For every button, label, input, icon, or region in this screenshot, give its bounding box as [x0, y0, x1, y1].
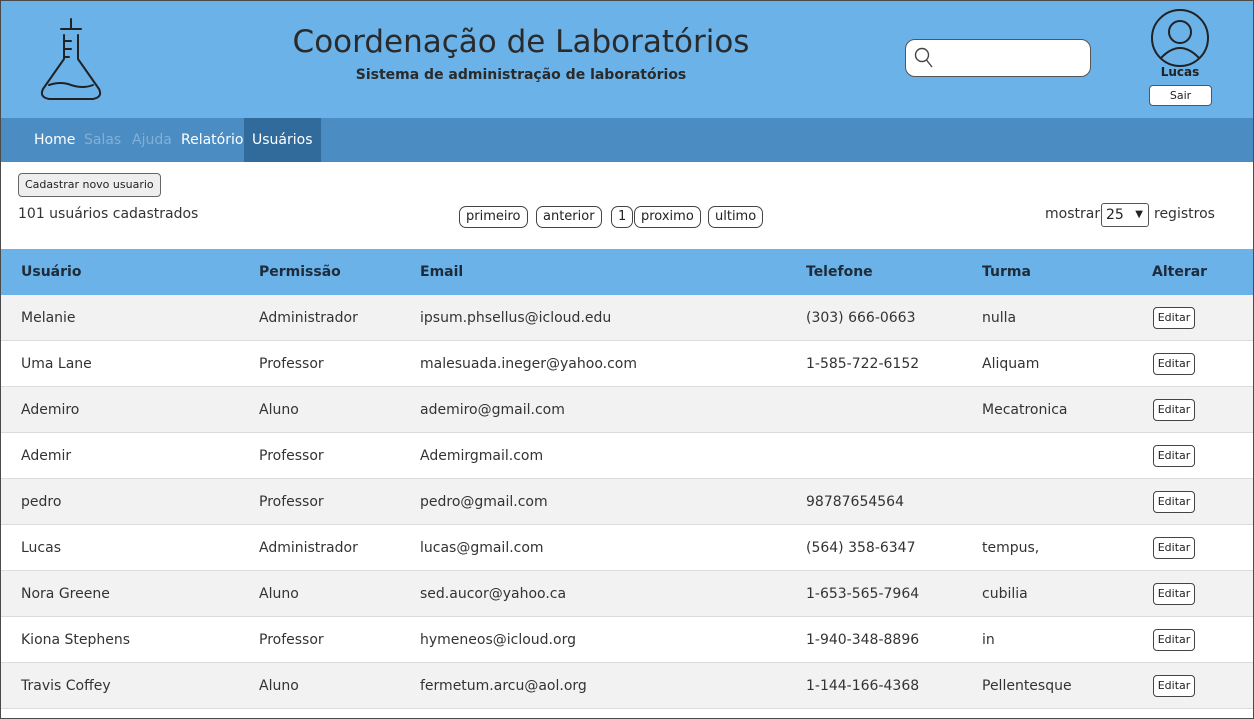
cell-email: ipsum.phsellus@icloud.edu [420, 310, 612, 326]
cell-usuario: Ademir [21, 448, 72, 464]
table-header: Usuário Permissão Email Telefone Turma A… [1, 249, 1253, 295]
cell-turma: nulla [982, 310, 1017, 326]
cell-permissao: Aluno [259, 678, 299, 694]
pager-page-button[interactable]: 1 [611, 206, 634, 228]
table-row: Ademiro Aluno ademiro@gmail.com Mecatron… [1, 387, 1253, 433]
column-header-alterar: Alterar [1152, 264, 1208, 280]
nav-bar: Home Salas Ajuda Relatório Usuários [1, 118, 1253, 162]
pager-first-button[interactable]: primeiro [459, 206, 528, 228]
show-suffix: registros [1154, 206, 1215, 222]
pager-prev-button[interactable]: anterior [536, 206, 602, 228]
nav-item-home[interactable]: Home [34, 118, 75, 162]
edit-button[interactable]: Editar [1153, 399, 1195, 421]
chevron-down-icon: ▼ [1135, 209, 1143, 220]
users-table: Usuário Permissão Email Telefone Turma A… [1, 249, 1253, 709]
cell-turma: in [982, 632, 995, 648]
cell-email: Ademirgmail.com [420, 448, 544, 464]
logout-button[interactable]: Sair [1149, 85, 1212, 106]
cell-usuario: pedro [21, 494, 62, 510]
column-header-permissao: Permissão [259, 264, 341, 280]
nav-item-relatorio[interactable]: Relatório [181, 118, 243, 162]
edit-button[interactable]: Editar [1153, 307, 1195, 329]
page-subtitle: Sistema de administração de laboratórios [355, 67, 687, 83]
cell-email: fermetum.arcu@aol.org [420, 678, 587, 694]
edit-button[interactable]: Editar [1153, 629, 1195, 651]
table-row: Melanie Administrador ipsum.phsellus@icl… [1, 295, 1253, 341]
cell-permissao: Professor [259, 632, 324, 648]
edit-button[interactable]: Editar [1153, 353, 1195, 375]
page-size-value: 25 [1106, 207, 1124, 223]
cell-email: sed.aucor@yahoo.ca [420, 586, 567, 602]
cell-usuario: Travis Coffey [21, 678, 111, 694]
table-row: Travis Coffey Aluno fermetum.arcu@aol.or… [1, 663, 1253, 709]
pager-next-button[interactable]: proximo [634, 206, 701, 228]
search-box[interactable] [905, 39, 1091, 77]
page-size-select[interactable]: 25 ▼ [1101, 203, 1149, 227]
header: Coordenação de Laboratórios Sistema de a… [1, 1, 1253, 118]
cell-permissao: Professor [259, 448, 324, 464]
cell-permissao: Professor [259, 356, 324, 372]
cell-email: hymeneos@icloud.org [420, 632, 576, 648]
cell-usuario: Lucas [21, 540, 61, 556]
cell-telefone: 1-940-348-8896 [806, 632, 920, 648]
cell-email: ademiro@gmail.com [420, 402, 565, 418]
cell-telefone: 98787654564 [806, 494, 904, 510]
cell-telefone: (303) 666-0663 [806, 310, 916, 326]
cell-turma: Aliquam [982, 356, 1040, 372]
cell-turma: tempus, [982, 540, 1040, 556]
cell-turma: cubilia [982, 586, 1028, 602]
cell-telefone: 1-653-565-7964 [806, 586, 920, 602]
page-title: Coordenação de Laboratórios [292, 24, 750, 60]
pager-last-button[interactable]: ultimo [708, 206, 764, 228]
cell-usuario: Nora Greene [21, 586, 110, 602]
cell-turma: Pellentesque [982, 678, 1072, 694]
column-header-email: Email [420, 264, 464, 280]
table-row: Lucas Administrador lucas@gmail.com (564… [1, 525, 1253, 571]
cell-telefone: 1-144-166-4368 [806, 678, 920, 694]
cell-turma: Mecatronica [982, 402, 1068, 418]
user-count: 101 usuários cadastrados [18, 206, 199, 222]
edit-button[interactable]: Editar [1153, 445, 1195, 467]
column-header-usuario: Usuário [21, 264, 82, 280]
table-row: pedro Professor pedro@gmail.com 98787654… [1, 479, 1253, 525]
search-input[interactable] [940, 46, 1084, 72]
nav-item-ajuda[interactable]: Ajuda [132, 118, 172, 162]
show-label: mostrar [1045, 206, 1101, 222]
cell-permissao: Administrador [259, 310, 358, 326]
table-row: Ademir Professor Ademirgmail.com Editar [1, 433, 1253, 479]
nav-item-salas[interactable]: Salas [84, 118, 121, 162]
cell-telefone: 1-585-722-6152 [806, 356, 920, 372]
cell-usuario: Kiona Stephens [21, 632, 131, 648]
edit-button[interactable]: Editar [1153, 583, 1195, 605]
edit-button[interactable]: Editar [1153, 537, 1195, 559]
cell-email: malesuada.ineger@yahoo.com [420, 356, 637, 372]
app-frame: Coordenação de Laboratórios Sistema de a… [0, 0, 1254, 719]
cell-email: lucas@gmail.com [420, 540, 544, 556]
cell-permissao: Aluno [259, 586, 299, 602]
user-avatar-icon[interactable] [1148, 8, 1212, 68]
table-row: Nora Greene Aluno sed.aucor@yahoo.ca 1-6… [1, 571, 1253, 617]
column-header-turma: Turma [982, 264, 1031, 280]
cell-email: pedro@gmail.com [420, 494, 548, 510]
column-header-telefone: Telefone [806, 264, 873, 280]
user-name: Lucas [1160, 65, 1200, 79]
cell-permissao: Administrador [259, 540, 358, 556]
cell-usuario: Ademiro [21, 402, 80, 418]
new-user-button[interactable]: Cadastrar novo usuario [18, 173, 161, 197]
cell-permissao: Aluno [259, 402, 299, 418]
table-row: Kiona Stephens Professor hymeneos@icloud… [1, 617, 1253, 663]
cell-usuario: Melanie [21, 310, 76, 326]
table-row: Uma Lane Professor malesuada.ineger@yaho… [1, 341, 1253, 387]
nav-item-usuarios[interactable]: Usuários [244, 118, 321, 162]
cell-permissao: Professor [259, 494, 324, 510]
edit-button[interactable]: Editar [1153, 491, 1195, 513]
edit-button[interactable]: Editar [1153, 675, 1195, 697]
cell-usuario: Uma Lane [21, 356, 92, 372]
search-icon [914, 47, 933, 68]
cell-telefone: (564) 358-6347 [806, 540, 916, 556]
